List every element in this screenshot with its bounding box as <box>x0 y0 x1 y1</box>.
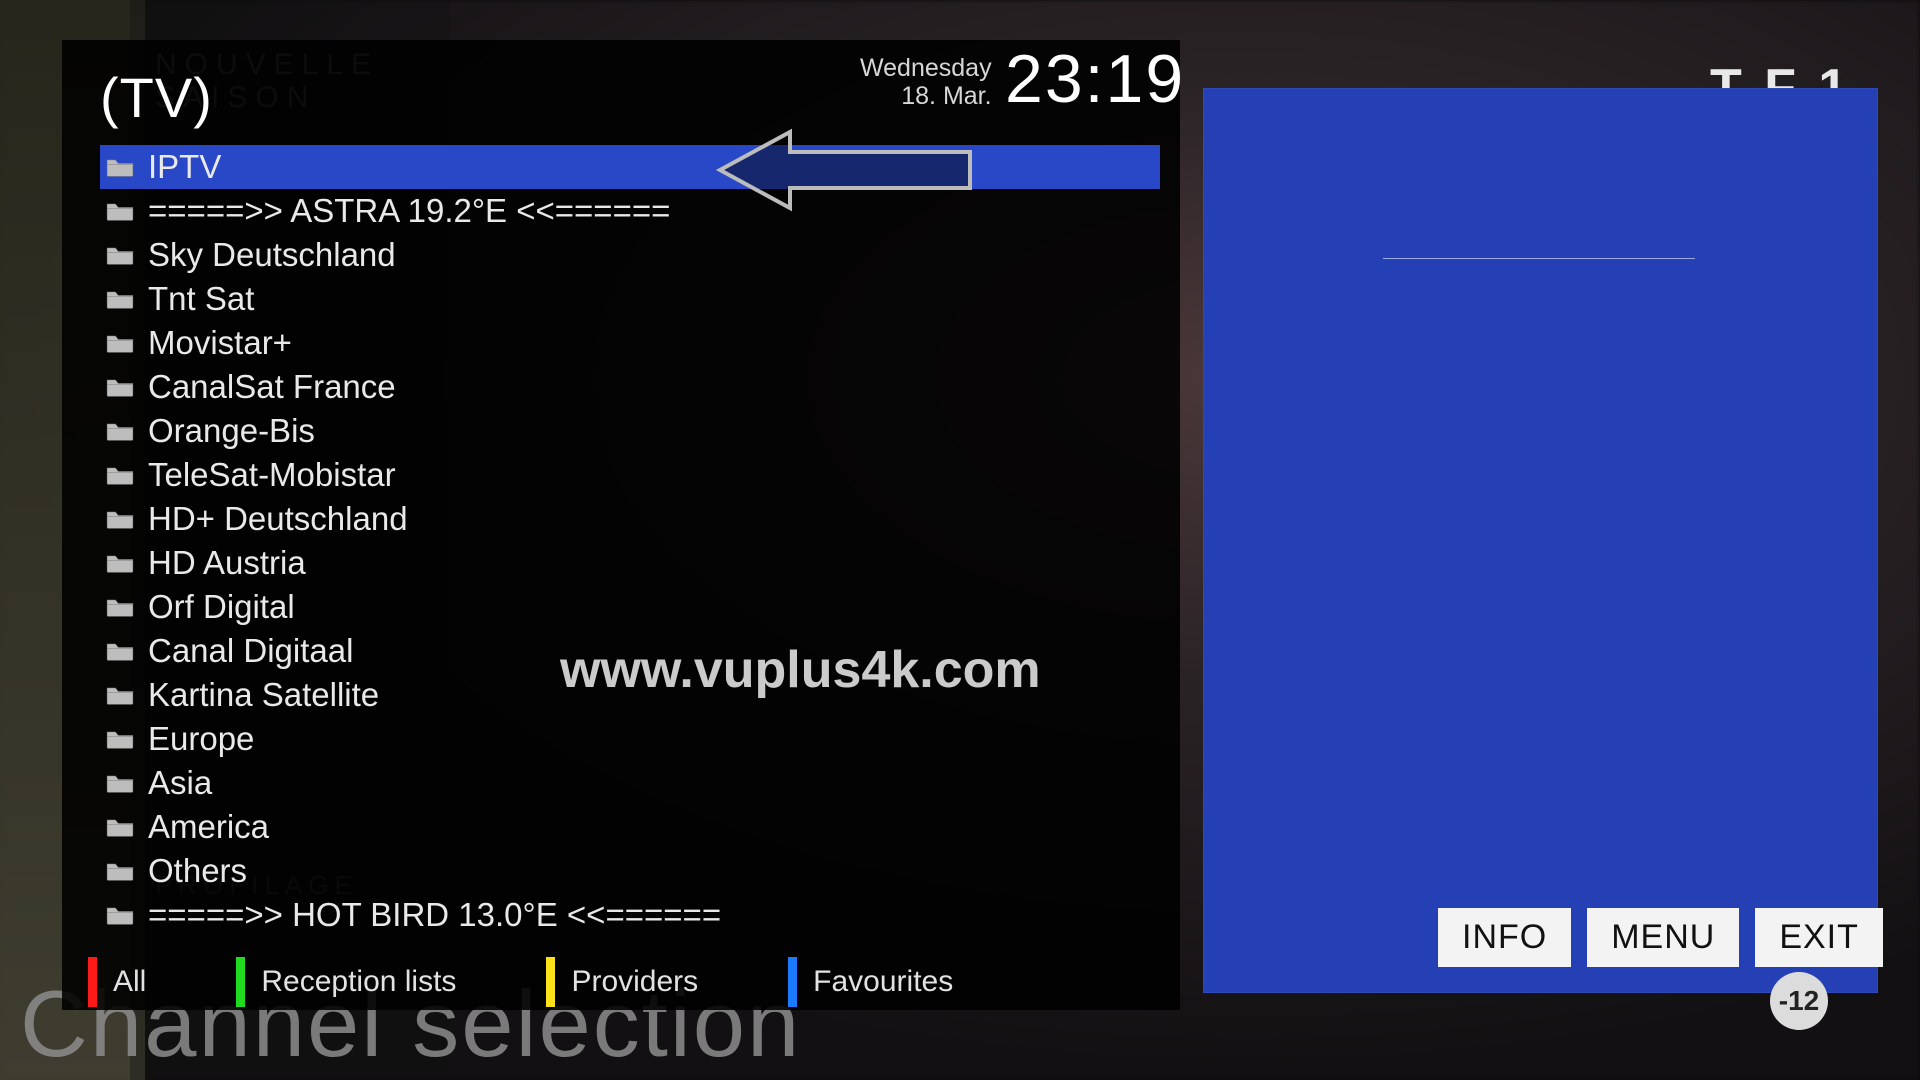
list-item-label: Movistar+ <box>148 324 292 362</box>
list-item[interactable]: Asia <box>100 761 1160 805</box>
red-stripe-icon <box>88 957 97 1007</box>
list-item[interactable]: IPTV <box>100 145 1160 189</box>
preview-divider <box>1383 258 1695 259</box>
list-item-label: Canal Digitaal <box>148 632 353 670</box>
list-item-label: Orange-Bis <box>148 412 315 450</box>
list-item-label: Tnt Sat <box>148 280 254 318</box>
green-stripe-icon <box>236 957 245 1007</box>
info-button[interactable]: INFO <box>1438 908 1571 967</box>
folder-icon <box>106 200 134 222</box>
color-key-green-label: Reception lists <box>261 965 456 999</box>
list-item-label: HD+ Deutschland <box>148 500 408 538</box>
list-item-label: =====>> HOT BIRD 13.0°E <<====== <box>148 896 721 934</box>
list-item-label: =====>> ASTRA 19.2°E <<====== <box>148 192 670 230</box>
folder-icon <box>106 376 134 398</box>
exit-button[interactable]: EXIT <box>1755 908 1883 967</box>
list-item[interactable]: Movistar+ <box>100 321 1160 365</box>
list-item[interactable]: =====>> HOT BIRD 13.0°E <<====== <box>100 893 1160 937</box>
list-item[interactable]: HD+ Deutschland <box>100 497 1160 541</box>
list-item[interactable]: Sky Deutschland <box>100 233 1160 277</box>
list-item-label: Others <box>148 852 247 890</box>
list-item-label: TeleSat-Mobistar <box>148 456 396 494</box>
folder-icon <box>106 464 134 486</box>
list-item[interactable]: Others <box>100 849 1160 893</box>
color-key-red[interactable]: All <box>88 957 146 1007</box>
folder-icon <box>106 904 134 926</box>
folder-icon <box>106 420 134 442</box>
list-item[interactable]: TeleSat-Mobistar <box>100 453 1160 497</box>
list-item-label: Europe <box>148 720 254 758</box>
folder-icon <box>106 508 134 530</box>
menu-button[interactable]: MENU <box>1587 908 1739 967</box>
color-key-blue-label: Favourites <box>813 965 953 999</box>
blue-stripe-icon <box>788 957 797 1007</box>
folder-icon <box>106 640 134 662</box>
folder-icon <box>106 552 134 574</box>
panel-title: (TV) <box>100 65 213 130</box>
list-item[interactable]: Tnt Sat <box>100 277 1160 321</box>
folder-icon <box>106 684 134 706</box>
weekday-label: Wednesday <box>860 54 992 82</box>
date-block: Wednesday 18. Mar. <box>860 55 992 110</box>
folder-icon <box>106 860 134 882</box>
age-rating-badge: -12 <box>1770 972 1828 1030</box>
preview-buttons: INFO MENU EXIT <box>1438 908 1883 967</box>
folder-icon <box>106 728 134 750</box>
folder-icon <box>106 772 134 794</box>
folder-icon <box>106 816 134 838</box>
date-label: 18. Mar. <box>901 82 991 110</box>
list-item[interactable]: HD Austria <box>100 541 1160 585</box>
clock: 23:19 <box>1005 40 1185 118</box>
folder-icon <box>106 156 134 178</box>
list-item-label: Orf Digital <box>148 588 295 626</box>
list-item[interactable]: =====>> ASTRA 19.2°E <<====== <box>100 189 1160 233</box>
preview-pane <box>1203 88 1878 993</box>
screen: NOUVELLE SAISON PROFILAGE Channel select… <box>0 0 1920 1080</box>
color-key-yellow[interactable]: Providers <box>546 957 698 1007</box>
folder-icon <box>106 596 134 618</box>
list-item-label: America <box>148 808 269 846</box>
list-item[interactable]: Orange-Bis <box>100 409 1160 453</box>
list-item-label: CanalSat France <box>148 368 396 406</box>
list-item-label: IPTV <box>148 148 221 186</box>
list-item[interactable]: CanalSat France <box>100 365 1160 409</box>
folder-icon <box>106 332 134 354</box>
list-item-label: Asia <box>148 764 212 802</box>
color-key-green[interactable]: Reception lists <box>236 957 456 1007</box>
color-key-bar: All Reception lists Providers Favourites <box>88 957 1043 1007</box>
list-item-label: Sky Deutschland <box>148 236 396 274</box>
list-item[interactable]: Europe <box>100 717 1160 761</box>
list-item[interactable]: America <box>100 805 1160 849</box>
folder-icon <box>106 288 134 310</box>
list-item-label: Kartina Satellite <box>148 676 379 714</box>
color-key-blue[interactable]: Favourites <box>788 957 953 1007</box>
bouquet-list[interactable]: IPTV =====>> ASTRA 19.2°E <<====== Sky D… <box>100 145 1160 937</box>
list-item-label: HD Austria <box>148 544 306 582</box>
yellow-stripe-icon <box>546 957 555 1007</box>
color-key-yellow-label: Providers <box>571 965 698 999</box>
list-item[interactable]: Orf Digital <box>100 585 1160 629</box>
watermark-text: www.vuplus4k.com <box>560 640 1041 700</box>
color-key-red-label: All <box>113 965 146 999</box>
folder-icon <box>106 244 134 266</box>
